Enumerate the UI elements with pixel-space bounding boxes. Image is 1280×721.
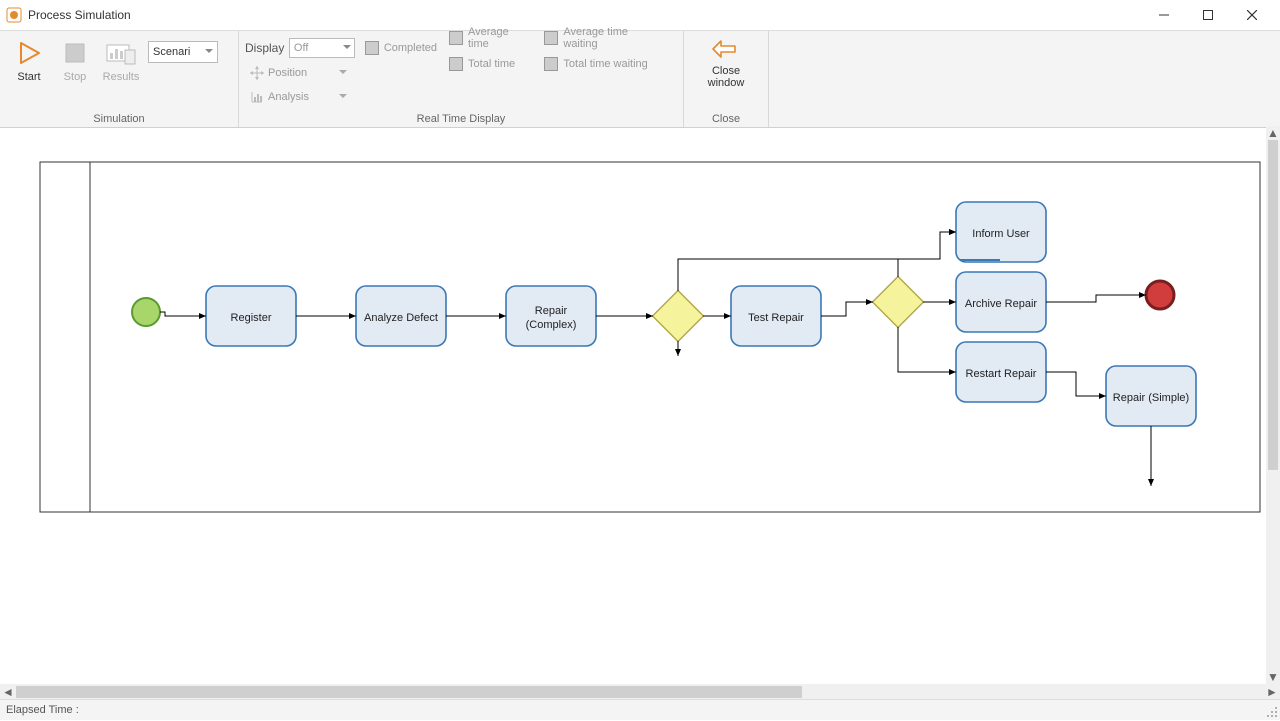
total-wait-check[interactable]: Total time waiting [544, 57, 665, 71]
window-title: Process Simulation [28, 8, 131, 22]
ribbon: Start Stop Results Scenari Simulation Di… [0, 31, 1280, 128]
svg-text:Register: Register [231, 312, 272, 324]
scroll-left-icon[interactable]: ◄ [0, 684, 16, 700]
start-button[interactable]: Start [6, 35, 52, 107]
svg-text:(Complex): (Complex) [526, 319, 577, 331]
results-icon [105, 37, 137, 69]
elapsed-time-label: Elapsed Time : [6, 704, 79, 716]
display-dropdown[interactable]: Off [289, 38, 355, 58]
avg-time-check[interactable]: Average time [449, 26, 532, 50]
scroll-right-icon[interactable]: ► [1264, 684, 1280, 700]
task-inform-user[interactable]: Inform User [956, 202, 1046, 262]
play-icon [13, 37, 45, 69]
horizontal-scroll-thumb[interactable] [16, 686, 802, 698]
stop-button[interactable]: Stop [52, 35, 98, 107]
resize-grip-icon[interactable] [1266, 706, 1278, 718]
checkbox-icon [544, 31, 558, 45]
simulation-panel: Start Stop Results Scenari Simulation [0, 31, 239, 127]
results-button[interactable]: Results [98, 35, 144, 107]
move-icon [250, 66, 264, 80]
close-window-button[interactable]: Closewindow [696, 35, 756, 89]
display-label: Display [245, 41, 289, 55]
minimize-button[interactable] [1142, 0, 1186, 30]
task-repair-simple[interactable]: Repair (Simple) [1106, 366, 1196, 426]
realtime-panel-label: Real Time Display [239, 113, 683, 125]
task-analyze-defect[interactable]: Analyze Defect [356, 286, 446, 346]
task-test-repair[interactable]: Test Repair [731, 286, 821, 346]
checkbox-icon [449, 31, 463, 45]
svg-text:Repair: Repair [535, 305, 568, 317]
checkbox-icon [449, 57, 463, 71]
task-register[interactable]: Register [206, 286, 296, 346]
vertical-scrollbar[interactable]: ▲ ▼ [1266, 126, 1280, 684]
svg-text:Archive Repair: Archive Repair [965, 298, 1037, 310]
task-repair-complex[interactable]: Repair (Complex) [506, 286, 596, 346]
svg-text:Inform User: Inform User [972, 228, 1030, 240]
back-arrow-icon [711, 37, 741, 63]
close-panel: Closewindow Close [684, 31, 769, 127]
simulation-panel-label: Simulation [0, 113, 238, 125]
task-restart-repair[interactable]: Restart Repair [956, 342, 1046, 402]
chart-icon [250, 90, 264, 104]
end-event[interactable] [1146, 281, 1174, 309]
maximize-button[interactable] [1186, 0, 1230, 30]
status-bar: Elapsed Time : [0, 699, 1280, 720]
svg-text:Restart Repair: Restart Repair [966, 368, 1037, 380]
stop-icon [59, 37, 91, 69]
app-icon [6, 7, 22, 23]
svg-text:Test Repair: Test Repair [748, 312, 804, 324]
checkbox-icon [544, 57, 558, 71]
diagram-canvas[interactable]: Register Analyze Defect Repair (Complex)… [0, 126, 1280, 684]
task-archive-repair[interactable]: Archive Repair [956, 272, 1046, 332]
close-panel-label: Close [684, 113, 768, 125]
avg-wait-check[interactable]: Average time waiting [544, 26, 665, 50]
scroll-down-icon[interactable]: ▼ [1266, 670, 1280, 684]
svg-text:Repair (Simple): Repair (Simple) [1113, 392, 1189, 404]
completed-check[interactable]: Completed [365, 41, 437, 55]
start-event[interactable] [132, 298, 160, 326]
total-time-check[interactable]: Total time [449, 57, 532, 71]
vertical-scroll-thumb[interactable] [1268, 140, 1278, 470]
checkbox-icon [365, 41, 379, 55]
position-dropdown[interactable]: Position [245, 62, 351, 84]
svg-text:Analyze Defect: Analyze Defect [364, 312, 438, 324]
scroll-up-icon[interactable]: ▲ [1266, 126, 1280, 140]
scenario-dropdown[interactable]: Scenari [148, 41, 218, 63]
analysis-dropdown[interactable]: Analysis [245, 86, 351, 108]
realtime-panel: Display Off Completed Average time Total… [239, 31, 684, 127]
close-button[interactable] [1230, 0, 1274, 30]
horizontal-scrollbar[interactable]: ◄ ► [0, 684, 1280, 700]
